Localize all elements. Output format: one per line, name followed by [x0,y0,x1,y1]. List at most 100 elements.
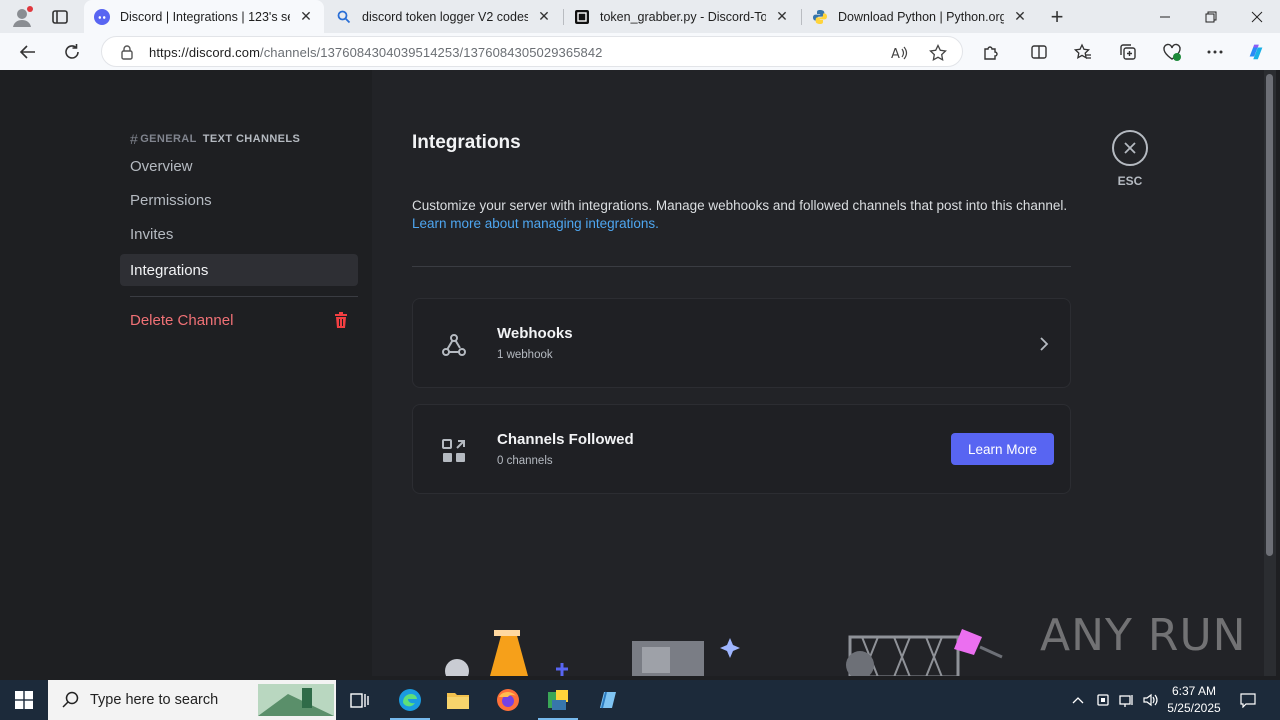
taskbar-notepad[interactable] [584,680,632,720]
tray-network-icon[interactable] [1116,680,1138,720]
close-tab-icon[interactable]: ✕ [298,8,314,25]
puzzle-icon [984,46,998,60]
restore-button[interactable] [1188,0,1234,33]
search-highlight-image [258,684,334,716]
copilot-button[interactable] [1246,42,1266,62]
page-viewport: # GENERAL TEXT CHANNELS Overview Permiss… [4,70,1265,676]
svg-text:A: A [891,47,900,62]
settings-content: Integrations Customize your server with … [372,70,1265,676]
show-hidden-icons-button[interactable] [1068,680,1088,720]
sidebar-item-permissions[interactable]: Permissions [120,184,358,216]
usb-device-icon [1097,694,1109,706]
copilot-icon [1249,44,1263,60]
sidebar-header: # GENERAL TEXT CHANNELS [130,131,300,147]
chevron-right-icon[interactable] [1034,334,1054,354]
taskbar-firefox[interactable] [484,680,532,720]
favorite-star-icon[interactable] [929,44,947,62]
tab-title: discord token logger V2 codesan [362,9,528,24]
lock-icon[interactable] [119,44,135,60]
start-button[interactable] [0,680,48,720]
scrollbar-thumb[interactable] [1266,74,1273,556]
learn-more-link[interactable]: Learn more about managing integrations. [412,216,659,231]
sidebar-item-label: Invites [130,225,174,243]
split-screen-button[interactable] [1029,42,1049,62]
close-settings-button[interactable] [1112,130,1148,166]
tab-actions-icon[interactable] [50,7,70,27]
card-title: Webhooks [497,325,573,342]
settings-sidebar: # GENERAL TEXT CHANNELS Overview Permiss… [4,70,372,676]
url-text[interactable]: https://discord.com/channels/13760843040… [149,45,603,60]
taskbar-edge[interactable] [386,680,434,720]
refresh-button[interactable] [60,40,84,64]
github-icon [574,9,590,25]
browser-tab-github[interactable]: token_grabber.py - Discord-Toke ✕ [564,0,800,33]
sidebar-item-overview[interactable]: Overview [120,150,358,182]
read-aloud-icon[interactable]: A [890,44,908,62]
search-icon [336,9,352,25]
split-screen-icon [1031,45,1047,59]
notifications-button[interactable] [1234,680,1262,720]
task-view-button[interactable] [336,680,384,720]
url-path: /channels/1376084304039514253/1376084305… [260,45,603,60]
collections-button[interactable] [1118,42,1138,62]
content-divider [412,266,1071,267]
page-scrollbar[interactable] [1264,70,1276,676]
browser-essentials-button[interactable] [1162,42,1182,62]
close-tab-icon[interactable]: ✕ [536,8,552,25]
clock-date: 5/25/2025 [1167,701,1221,715]
notification-icon [1240,693,1256,708]
card-subtitle: 0 channels [497,455,553,467]
favorites-button[interactable] [1073,42,1093,62]
search-icon [62,691,79,708]
search-placeholder: Type here to search [90,692,219,708]
taskbar-clock[interactable]: 6:37 AM 5/25/2025 [1164,683,1224,717]
favorites-icon [1074,43,1091,59]
profile-avatar-icon[interactable] [10,5,34,29]
windows-taskbar: Type here to search 6:37 AM 5/25/2025 [0,680,1280,720]
channels-followed-card: Channels Followed 0 channels Learn More [412,404,1071,494]
trash-icon [335,312,347,328]
tray-volume-icon[interactable] [1140,680,1162,720]
webhooks-card[interactable]: Webhooks 1 webhook [412,298,1071,388]
anyrun-watermark: ANY RUN [1040,610,1247,661]
webhook-icon [442,334,466,356]
close-window-button[interactable] [1234,0,1280,33]
back-button[interactable] [16,40,40,64]
browser-tab-search[interactable]: discord token logger V2 codesan ✕ [326,0,562,33]
card-subtitle: 1 webhook [497,349,553,361]
close-tab-icon[interactable]: ✕ [774,8,790,25]
card-title: Channels Followed [497,431,634,448]
tray-device-icon[interactable] [1092,680,1114,720]
sidebar-item-integrations[interactable]: Integrations [120,254,358,286]
taskbar-file-explorer[interactable] [434,680,482,720]
sidebar-divider [130,296,358,297]
more-menu-button[interactable] [1205,42,1225,62]
installer-icon [548,690,568,710]
browser-tab-strip: Discord | Integrations | 123's serv ✕ di… [0,0,1280,33]
channel-name: GENERAL [140,133,197,145]
more-dots-icon [1207,50,1223,54]
channels-followed-icon [442,439,465,462]
url-host: https://discord.com [149,45,260,60]
sidebar-item-invites[interactable]: Invites [120,218,358,250]
windows-logo-icon [15,691,33,709]
tab-title: token_grabber.py - Discord-Toke [600,9,766,24]
refresh-icon [65,44,79,59]
minimize-button[interactable] [1142,0,1188,33]
taskbar-python-installer[interactable] [534,680,582,720]
edge-icon [399,689,421,711]
browser-tab-python[interactable]: Download Python | Python.org ✕ [802,0,1038,33]
browser-tab-discord[interactable]: Discord | Integrations | 123's serv ✕ [84,0,324,33]
decorative-illustration [445,629,1003,676]
taskbar-search-box[interactable]: Type here to search [48,680,336,720]
discord-icon [94,8,110,25]
address-bar[interactable]: https://discord.com/channels/13760843040… [101,36,963,67]
delete-channel-button[interactable]: Delete Channel [120,304,358,336]
learn-more-button[interactable]: Learn More [951,433,1054,465]
extensions-button[interactable] [981,42,1001,62]
browser-toolbar: https://discord.com/channels/13760843040… [0,33,1280,70]
close-tab-icon[interactable]: ✕ [1012,8,1028,25]
sidebar-item-label: Overview [130,157,193,175]
sidebar-item-label: Permissions [130,191,212,209]
new-tab-button[interactable]: + [1046,4,1068,29]
